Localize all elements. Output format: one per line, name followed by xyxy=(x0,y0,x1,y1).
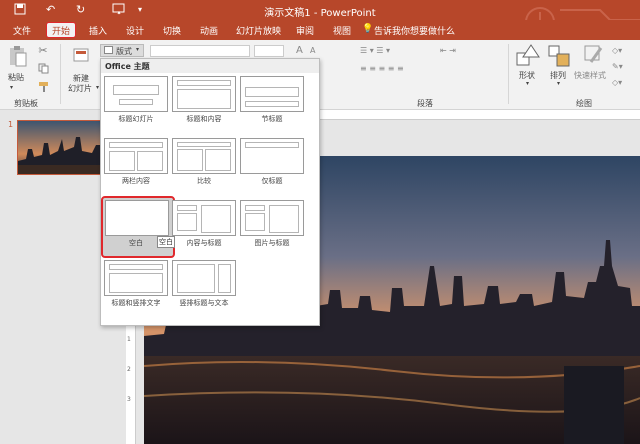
placeholder xyxy=(177,264,215,293)
placeholder xyxy=(201,205,231,233)
placeholder xyxy=(245,213,265,231)
placeholder xyxy=(177,142,231,147)
placeholder xyxy=(177,213,197,231)
gallery-header: Office 主题 xyxy=(101,59,319,73)
placeholder xyxy=(218,264,231,293)
layout-label: 节标题 xyxy=(261,115,283,123)
new-slide-label-2[interactable]: 幻灯片 xyxy=(68,83,92,94)
ruler-tick: 1 xyxy=(127,336,131,343)
placeholder xyxy=(137,151,163,171)
copy-icon[interactable] xyxy=(37,62,49,74)
placeholder xyxy=(109,273,163,293)
placeholder xyxy=(177,89,231,109)
tab-insert[interactable]: 插入 xyxy=(89,24,107,37)
layout-label: 内容与标题 xyxy=(186,239,222,247)
ribbon-tabs: 文件 开始 插入 设计 切换 动画 幻灯片放映 审阅 视图 💡 告诉我你想要做什… xyxy=(0,20,640,40)
drawing-group-label: 绘图 xyxy=(576,99,592,108)
paragraph-group-label: 段落 xyxy=(417,99,433,108)
layout-label: 仅标题 xyxy=(261,177,283,185)
placeholder xyxy=(177,205,197,211)
tab-review[interactable]: 审阅 xyxy=(296,24,314,37)
placeholder xyxy=(113,85,159,95)
layout-label: 标题和竖排文字 xyxy=(111,299,161,307)
layout-label: 两栏内容 xyxy=(122,177,150,185)
tell-me-box[interactable]: 告诉我你想要做什么 xyxy=(374,24,455,37)
layout-section-header[interactable] xyxy=(240,76,304,112)
lightbulb-icon: 💡 xyxy=(362,24,374,34)
indent-icon[interactable]: ⇤ ⇥ xyxy=(440,46,456,55)
layout-blank[interactable] xyxy=(105,200,169,236)
paste-icon[interactable] xyxy=(8,44,28,68)
layout-vertical-title-text[interactable] xyxy=(172,260,236,296)
placeholder xyxy=(269,205,299,233)
layout-title-vertical-text[interactable] xyxy=(104,260,168,296)
shape-outline-icon[interactable]: ✎▾ xyxy=(612,62,623,71)
placeholder xyxy=(109,142,163,148)
tab-view[interactable]: 视图 xyxy=(333,24,351,37)
ribbon: 粘贴 ▾ ✂ 剪贴板 新建 幻灯片 ▾ 版式 ▾ A A ☰ ▾ ☰ ▾ ⇤ ⇥… xyxy=(0,40,640,110)
layout-two-content[interactable] xyxy=(104,138,168,174)
layout-label: 版式 xyxy=(116,47,132,56)
tab-home[interactable]: 开始 xyxy=(46,22,77,38)
title-bar: ↶ ↻ ▾ 演示文稿1 - PowerPoint xyxy=(0,0,640,37)
layout-label: 竖排标题与文本 xyxy=(179,299,229,307)
increase-font-icon[interactable]: A xyxy=(296,45,303,56)
placeholder xyxy=(177,149,203,171)
shapes-dropdown-icon[interactable]: ▾ xyxy=(526,80,529,87)
arrange-dropdown-icon[interactable]: ▾ xyxy=(557,80,560,87)
layout-title-content[interactable] xyxy=(172,76,236,112)
shape-fill-icon[interactable]: ◇▾ xyxy=(612,46,622,55)
clipboard-group-label: 剪贴板 xyxy=(14,99,38,108)
placeholder xyxy=(245,205,265,211)
quick-styles-label[interactable]: 快速样式 xyxy=(574,70,606,81)
cut-icon[interactable]: ✂ xyxy=(37,44,49,57)
tab-file[interactable]: 文件 xyxy=(13,24,31,37)
shape-effects-icon[interactable]: ◇▾ xyxy=(612,78,622,87)
align-icon[interactable]: ≡ ≡ ≡ ≡ ≡ xyxy=(360,64,404,73)
ruler-tick: 3 xyxy=(127,396,131,403)
placeholder xyxy=(205,149,231,171)
group-separator xyxy=(508,44,509,104)
slide-number: 1 xyxy=(8,120,14,129)
font-size-box[interactable] xyxy=(254,45,284,57)
placeholder xyxy=(177,80,231,86)
bullets-icon[interactable]: ☰ ▾ ☰ ▾ xyxy=(360,46,390,55)
layout-content-caption[interactable] xyxy=(172,200,236,236)
layout-icon xyxy=(104,46,113,54)
placeholder xyxy=(109,151,135,171)
ruler-tick: 2 xyxy=(127,366,131,373)
layout-dropdown-icon: ▾ xyxy=(136,46,140,53)
tab-slideshow[interactable]: 幻灯片放映 xyxy=(236,24,281,37)
shapes-icon[interactable] xyxy=(515,43,541,69)
font-name-box[interactable] xyxy=(150,45,250,57)
tab-transitions[interactable]: 切换 xyxy=(163,24,181,37)
layout-label: 图片与标题 xyxy=(254,239,290,247)
layout-label: 标题幻灯片 xyxy=(118,115,154,123)
new-slide-dropdown-icon[interactable]: ▾ xyxy=(96,84,99,91)
arrange-icon[interactable] xyxy=(546,43,572,69)
decrease-font-icon[interactable]: A xyxy=(310,46,315,55)
placeholder xyxy=(245,142,299,148)
placeholder xyxy=(109,264,163,270)
placeholder xyxy=(245,101,299,107)
layout-title-slide[interactable] xyxy=(104,76,168,112)
placeholder xyxy=(119,99,153,105)
layout-label: 比较 xyxy=(197,177,211,185)
quick-styles-icon[interactable] xyxy=(582,43,608,69)
layout-comparison[interactable] xyxy=(172,138,236,174)
layout-title-only[interactable] xyxy=(240,138,304,174)
layout-picture-caption[interactable] xyxy=(240,200,304,236)
tab-animations[interactable]: 动画 xyxy=(200,24,218,37)
placeholder xyxy=(245,87,299,97)
new-slide-icon[interactable] xyxy=(73,46,89,66)
layout-label: 标题和内容 xyxy=(186,115,222,123)
group-separator xyxy=(60,44,61,104)
paste-dropdown-icon[interactable]: ▾ xyxy=(10,84,13,91)
format-painter-icon[interactable] xyxy=(37,80,49,92)
paste-label: 粘贴 xyxy=(8,73,24,82)
tab-design[interactable]: 设计 xyxy=(126,24,144,37)
